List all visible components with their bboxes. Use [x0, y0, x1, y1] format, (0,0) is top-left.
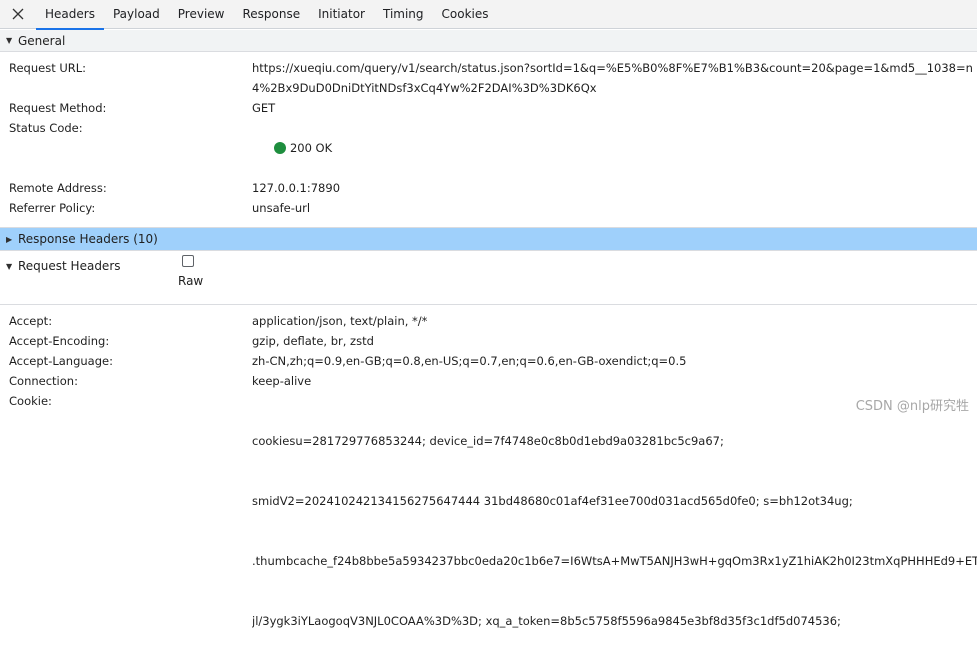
- header-value: 127.0.0.1:7890: [252, 181, 341, 195]
- response-headers-title: Response Headers (10): [18, 232, 158, 246]
- general-section-header[interactable]: ▼ General: [0, 30, 977, 52]
- header-row-request-method: Request Method: GET: [0, 98, 977, 118]
- header-row-accept-encoding: Accept-Encoding: gzip, deflate, br, zstd: [0, 331, 977, 351]
- header-row-connection: Connection: keep-alive: [0, 371, 977, 391]
- request-header-rows: Accept: application/json, text/plain, */…: [0, 305, 977, 671]
- tab-initiator[interactable]: Initiator: [309, 0, 374, 29]
- header-row-request-url: Request URL: https://xueqiu.com/query/v1…: [0, 58, 977, 98]
- raw-label: Raw: [178, 274, 204, 288]
- header-row-status-code: Status Code: 200 OK: [0, 118, 977, 178]
- tab-timing[interactable]: Timing: [374, 0, 433, 29]
- tab-payload[interactable]: Payload: [104, 0, 169, 29]
- watermark: CSDN @nlp研究牲: [855, 395, 969, 414]
- response-headers-section-header[interactable]: ▶ Response Headers (10): [0, 227, 977, 251]
- status-text: 200 OK: [289, 141, 333, 155]
- tab-response[interactable]: Response: [233, 0, 309, 29]
- tab-bar: Headers Payload Preview Response Initiat…: [0, 0, 977, 30]
- status-ok-icon: [273, 142, 286, 154]
- general-title: General: [18, 33, 66, 48]
- header-key: Request Method:: [9, 101, 107, 115]
- header-key: Remote Address:: [9, 181, 107, 195]
- triangle-down-icon: ▼: [6, 36, 13, 45]
- cookie-line: .thumbcache_f24b8bbe5a5934237bbc0eda20c1…: [252, 554, 977, 568]
- header-key: Accept-Language:: [9, 354, 113, 368]
- header-key: Status Code:: [9, 121, 83, 135]
- header-value: https://xueqiu.com/query/v1/search/statu…: [252, 61, 973, 95]
- request-headers-section-header: ▼ Request Headers Raw: [0, 251, 977, 305]
- header-key: Connection:: [9, 374, 78, 388]
- header-row-cookie: Cookie: cookiesu=281729776853244; device…: [0, 391, 977, 671]
- header-row-remote-address: Remote Address: 127.0.0.1:7890: [0, 178, 977, 198]
- cookie-line: smidV2=202410242134156275647444 31bd4868…: [252, 494, 853, 508]
- tab-preview[interactable]: Preview: [169, 0, 234, 29]
- header-value: keep-alive: [252, 374, 312, 388]
- header-key: Referrer Policy:: [9, 201, 96, 215]
- header-row-accept: Accept: application/json, text/plain, */…: [0, 311, 977, 331]
- triangle-right-icon: ▶: [6, 234, 13, 244]
- cookie-value: cookiesu=281729776853244; device_id=7f47…: [252, 391, 977, 671]
- header-key: Request URL:: [9, 61, 87, 75]
- header-value: unsafe-url: [252, 201, 311, 215]
- close-icon[interactable]: [6, 2, 30, 26]
- header-value: application/json, text/plain, */*: [252, 314, 428, 328]
- request-headers-title: Request Headers: [18, 259, 121, 273]
- header-value: zh-CN,zh;q=0.9,en-GB;q=0.8,en-US;q=0.7,e…: [252, 354, 687, 368]
- header-value: gzip, deflate, br, zstd: [252, 334, 374, 348]
- triangle-down-icon: ▼: [6, 261, 13, 271]
- cookie-line: cookiesu=281729776853244; device_id=7f47…: [252, 434, 724, 448]
- status-value: 200 OK: [252, 118, 977, 178]
- raw-checkbox[interactable]: [182, 255, 194, 267]
- request-headers-toggle[interactable]: ▼ Request Headers: [6, 259, 121, 273]
- cookie-line: jl/3ygk3iYLaogoqV3NJL0COAA%3D%3D; xq_a_t…: [252, 614, 841, 628]
- tab-headers[interactable]: Headers: [36, 0, 104, 30]
- tab-cookies[interactable]: Cookies: [433, 0, 498, 29]
- header-key: Cookie:: [9, 394, 52, 408]
- header-value: GET: [252, 101, 276, 115]
- header-row-accept-language: Accept-Language: zh-CN,zh;q=0.9,en-GB;q=…: [0, 351, 977, 371]
- header-key: Accept:: [9, 314, 53, 328]
- general-rows: Request URL: https://xueqiu.com/query/v1…: [0, 52, 977, 218]
- header-key: Accept-Encoding:: [9, 334, 110, 348]
- header-row-referrer-policy: Referrer Policy: unsafe-url: [0, 198, 977, 218]
